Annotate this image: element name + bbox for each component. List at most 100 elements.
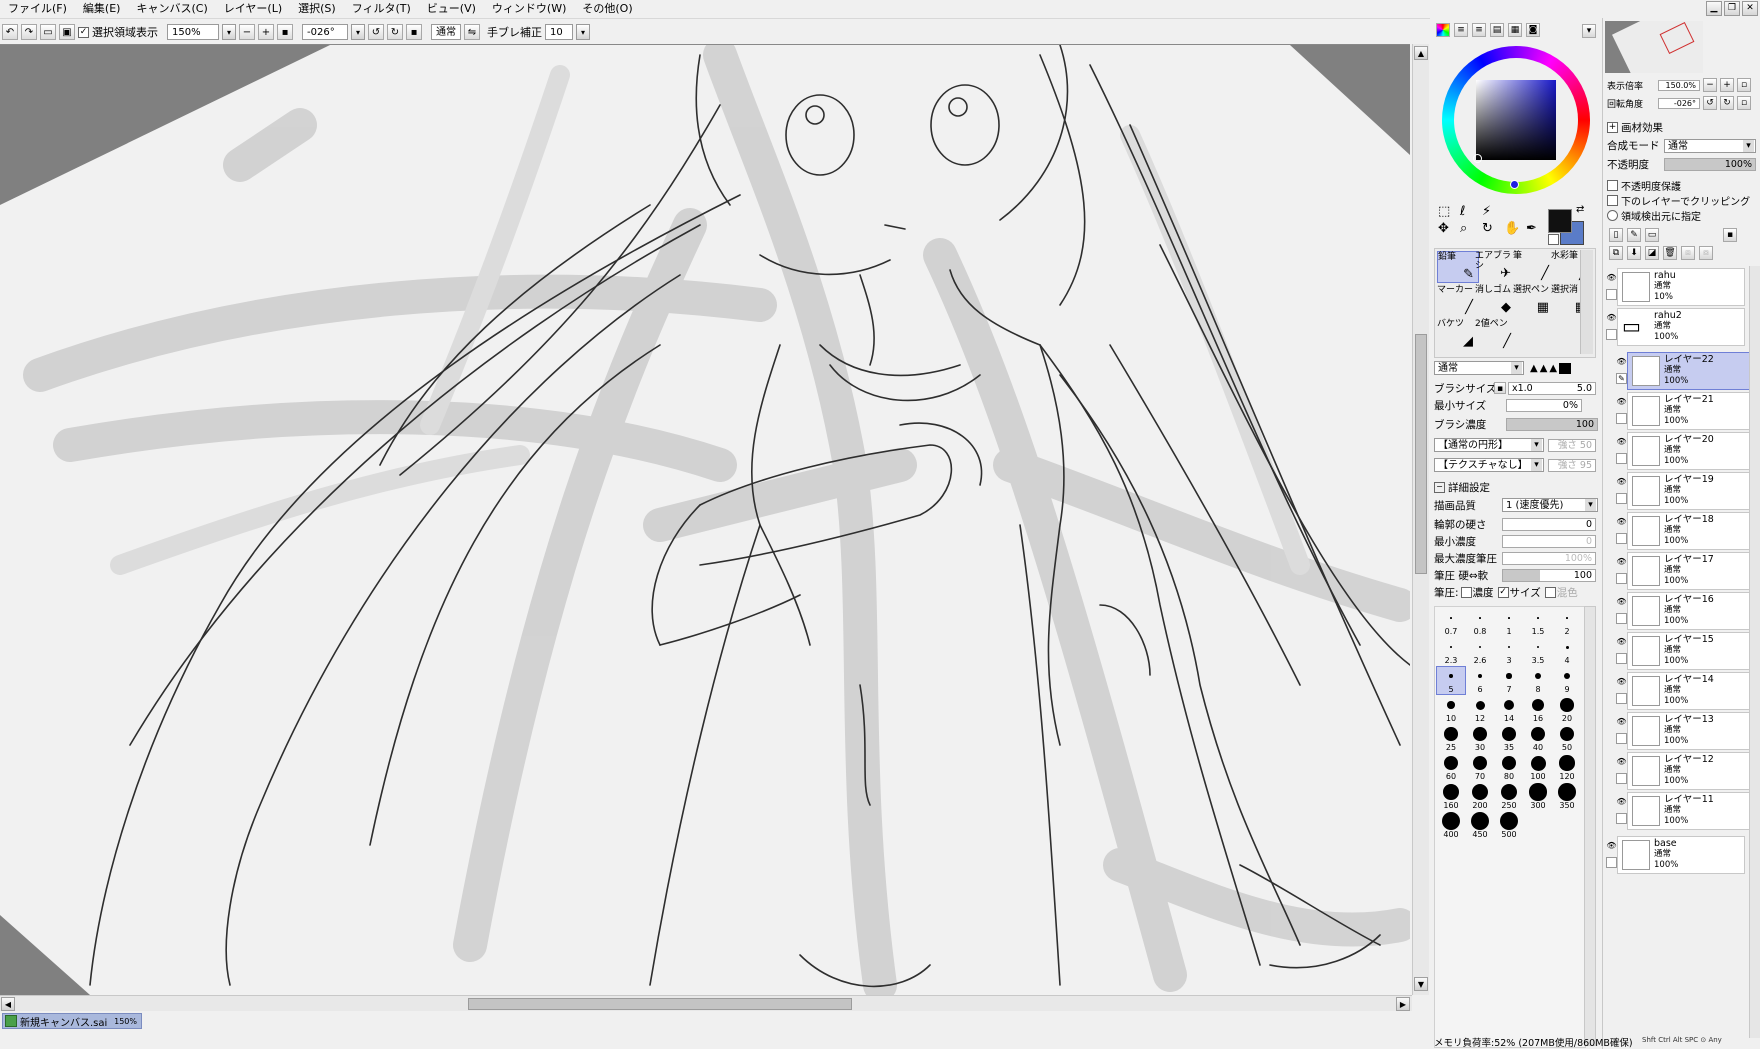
brush-size-preset[interactable]: 300 [1524,783,1552,810]
brush-tool[interactable]: 2値ペン ╱ [1475,319,1515,349]
menu-item[interactable]: ファイル(F) [0,0,75,18]
brush-size-preset[interactable]: 160 [1437,783,1465,810]
brush-size-slider[interactable]: x1.0 5.0 [1508,381,1596,395]
layer-option-checkbox[interactable] [1607,180,1618,191]
brush-size-preset[interactable]: 25 [1437,725,1465,752]
layer-folder[interactable]: 👁 ▭ rahu2 通常 100% [1606,308,1745,346]
canvas-tab[interactable]: 新規キャンバス.sai 150% [2,1013,142,1029]
brush-tool[interactable]: バケツ ◢ [1437,319,1477,349]
vertical-scrollbar[interactable]: ▲ ▼ [1412,44,1429,995]
brush-size-preset[interactable]: 3 [1495,638,1523,665]
visibility-eye-icon[interactable]: 👁 [1616,436,1627,447]
expand-icon[interactable]: + [1607,122,1618,133]
layer-lock-icon[interactable] [1616,613,1627,624]
brush-shape-3-icon[interactable]: ▲ [1549,363,1557,374]
brush-tool[interactable]: 消しゴム ◆ [1475,285,1515,315]
brush-size-preset[interactable]: 10 [1437,696,1465,723]
layer-lock-icon[interactable] [1606,857,1617,868]
visibility-eye-icon[interactable]: 👁 [1616,676,1627,687]
hsv-slider-tab-icon[interactable]: ≡ [1472,23,1486,37]
visibility-eye-icon[interactable]: 👁 [1606,312,1617,323]
visibility-eye-icon[interactable]: 👁 [1616,556,1627,567]
zoom-reset-button[interactable]: ▪ [277,24,293,40]
swap-colors-icon[interactable]: ⇄ [1576,204,1584,215]
size-lock-icon[interactable]: ▪ [1494,382,1506,394]
brush-size-preset[interactable]: 200 [1466,783,1494,810]
brush-size-preset[interactable]: 40 [1524,725,1552,752]
rotate-left-button[interactable]: ↺ [368,24,384,40]
brush-shape-4-icon[interactable]: ■ [1559,362,1572,374]
visibility-eye-icon[interactable]: 👁 [1616,636,1627,647]
visibility-eye-icon[interactable]: 👁 [1616,796,1627,807]
brush-size-preset[interactable]: 500 [1495,812,1523,839]
redo-button[interactable]: ↷ [21,24,37,40]
brush-size-preset[interactable]: 120 [1553,754,1581,781]
sketch-canvas[interactable] [0,45,1410,995]
brush-size-preset[interactable]: 400 [1437,812,1465,839]
close-button[interactable]: ✕ [1742,1,1758,16]
menu-item[interactable]: 編集(E) [75,0,129,18]
copy-layer-icon[interactable]: ⧉ [1609,246,1623,260]
new-folder-icon[interactable]: ▭ [1645,228,1659,242]
brush-size-preset[interactable]: 0.8 [1466,609,1494,636]
transparent-color-icon[interactable] [1548,234,1559,245]
edge-hardness-slider[interactable]: 0 [1502,517,1596,531]
layer-lock-icon[interactable] [1616,693,1627,704]
brush-size-preset[interactable]: 8 [1524,667,1552,694]
quality-dropdown[interactable]: 1 (速度優先) [1502,498,1598,512]
brush-size-preset[interactable]: 2.3 [1437,638,1465,665]
brush-tool[interactable]: 筆 ╱ [1513,251,1553,281]
collapse-icon[interactable]: − [1434,481,1445,493]
layer-item[interactable]: 👁 レイヤー13 通常 100% [1616,712,1755,750]
menu-item[interactable]: キャンバス(C) [128,0,215,18]
layer-panel-menu-icon[interactable]: ▪ [1723,228,1737,242]
layer-item[interactable]: 👁 レイヤー15 通常 100% [1616,632,1755,670]
pressure-option[interactable]: 濃度 [1460,585,1494,600]
nav-rotate-reset-button[interactable]: ▫ [1737,96,1751,110]
brush-size-preset[interactable]: 70 [1466,754,1494,781]
zoom-field[interactable]: 150% [167,24,219,40]
invert-selection-button[interactable]: ▣ [59,24,75,40]
pressure-hardness-slider[interactable]: 100 [1502,568,1596,582]
layer-lock-icon[interactable] [1616,493,1627,504]
visibility-eye-icon[interactable]: 👁 [1606,840,1617,851]
scroll-right-arrow[interactable]: ▶ [1396,997,1410,1011]
scroll-left-arrow[interactable]: ◀ [1,997,15,1011]
brush-tool[interactable]: 選択ペン ▦ [1513,285,1553,315]
color-panel-menu-icon[interactable]: ▾ [1582,24,1596,38]
brush-blend-dropdown[interactable]: 通常 [1434,361,1524,375]
brush-size-preset[interactable]: 2 [1553,609,1581,636]
layer-option[interactable]: 領域検出元に指定 [1607,208,1701,223]
pressure-option[interactable]: ✓ サイズ [1497,585,1541,600]
brush-size-preset[interactable]: 9 [1553,667,1581,694]
brush-size-preset[interactable]: 350 [1553,783,1581,810]
horizontal-scrollbar[interactable]: ◀ ▶ [0,995,1412,1012]
blend-mode-dropdown[interactable]: 通常 [1664,138,1756,153]
visibility-eye-icon[interactable]: 👁 [1616,516,1627,527]
rotate-right-button[interactable]: ↻ [387,24,403,40]
flip-button[interactable]: ⇋ [464,24,480,40]
nav-rotate-slider[interactable]: -026° [1658,97,1700,109]
menu-item[interactable]: 選択(S) [290,0,344,18]
nav-zoom-out-button[interactable]: − [1703,78,1717,92]
brush-shape-1-icon[interactable]: ▲ [1530,363,1538,374]
menu-item[interactable]: ビュー(V) [419,0,484,18]
brush-size-preset[interactable]: 0.7 [1437,609,1465,636]
layer-item[interactable]: 👁 ✎ レイヤー22 通常 100% [1616,352,1755,390]
primary-color-swatch[interactable] [1548,209,1572,233]
pressure-option-checkbox[interactable] [1544,586,1556,598]
brush-size-preset[interactable]: 30 [1466,725,1494,752]
saturation-value-square[interactable] [1476,80,1556,160]
visibility-eye-icon[interactable]: 👁 [1616,356,1627,367]
menu-item[interactable]: ウィンドウ(W) [484,0,574,18]
brush-size-preset[interactable]: 50 [1553,725,1581,752]
new-linework-layer-icon[interactable]: ✎ [1627,228,1641,242]
nav-zoom-reset-button[interactable]: ▫ [1737,78,1751,92]
rgb-slider-tab-icon[interactable]: ≡ [1454,23,1468,37]
brush-size-preset[interactable]: 1.5 [1524,609,1552,636]
max-pressure-slider[interactable]: 100% [1502,551,1596,565]
detail-header[interactable]: − 詳細設定 [1434,478,1598,496]
brush-size-preset[interactable]: 14 [1495,696,1523,723]
visibility-eye-icon[interactable]: 👁 [1616,396,1627,407]
canvas-viewport[interactable] [0,44,1410,995]
